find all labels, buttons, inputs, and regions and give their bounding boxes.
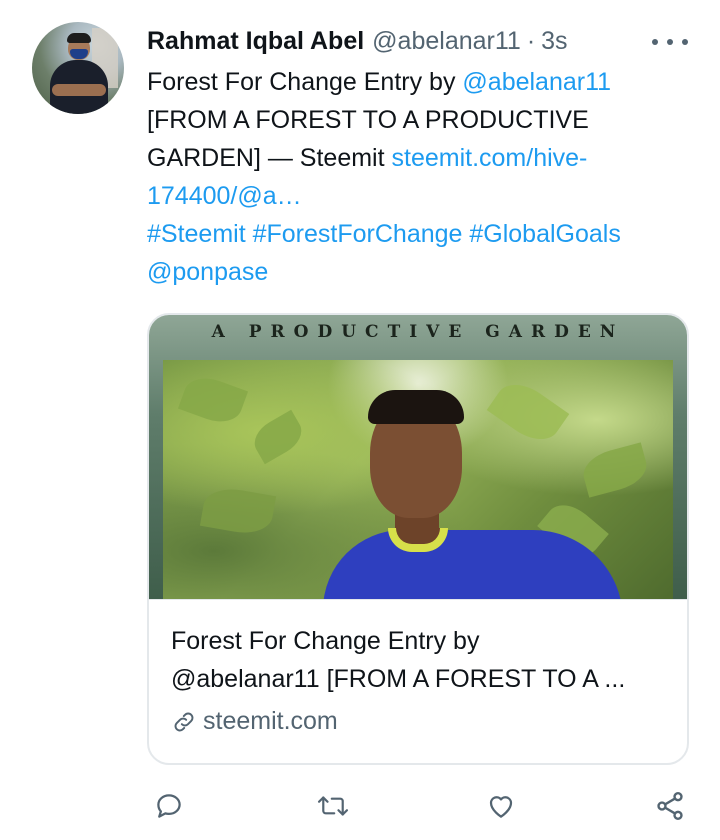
mention-link[interactable]: @ponpase xyxy=(147,253,692,291)
card-title-line: @abelanar11 [FROM A FOREST TO A ... xyxy=(171,665,626,693)
card-title-line: Forest For Change Entry by xyxy=(171,627,480,655)
tweet[interactable]: Rahmat Iqbal Abel @abelanar11 · 3s Fores… xyxy=(0,0,720,840)
author-handle[interactable]: @abelanar11 xyxy=(372,27,521,56)
leaf xyxy=(578,442,652,498)
url-link-continued[interactable]: 174400/@a… xyxy=(147,177,692,215)
url-link[interactable]: steemit.com/hive- xyxy=(392,144,588,172)
card-domain-text: steemit.com xyxy=(203,707,338,735)
avatar[interactable] xyxy=(32,22,124,114)
tweet-text-line: [FROM A FOREST TO A PRODUCTIVE xyxy=(147,106,589,134)
tweet-text-line: Forest For Change Entry by @abelanar11 xyxy=(147,63,692,101)
like-icon[interactable] xyxy=(481,786,521,826)
more-dot xyxy=(667,39,673,45)
more-dot xyxy=(652,39,658,45)
card-title: Forest For Change Entry by @abelanar11 [… xyxy=(171,622,671,698)
mention-link[interactable]: @abelanar11 xyxy=(462,68,611,96)
more-dot xyxy=(682,39,688,45)
avatar-hair xyxy=(67,33,91,43)
tweet-text-line: GARDEN] — Steemit steemit.com/hive- xyxy=(147,139,692,177)
card-body[interactable]: Forest For Change Entry by @abelanar11 [… xyxy=(149,599,687,763)
leaf xyxy=(199,484,277,538)
more-icon[interactable] xyxy=(652,30,688,54)
card-photo xyxy=(163,360,673,599)
link-icon xyxy=(174,712,194,731)
tweet-timestamp[interactable]: 3s xyxy=(541,27,567,56)
tweet-header: Rahmat Iqbal Abel @abelanar11 · 3s xyxy=(147,26,568,56)
leaf xyxy=(247,409,309,465)
hashtag-links[interactable]: #Steemit #ForestForChange #GlobalGoals xyxy=(147,215,692,253)
card-image[interactable]: A PRODUCTIVE GARDEN xyxy=(149,315,687,599)
tweet-text-segment: Forest For Change Entry by xyxy=(147,68,463,96)
link-card[interactable]: A PRODUCTIVE GARDEN Forest For Change En… xyxy=(147,313,689,765)
tweet-actions xyxy=(147,786,692,826)
card-domain: steemit.com xyxy=(171,707,338,736)
tweet-text: Forest For Change Entry by @abelanar11 [… xyxy=(147,63,692,291)
header-separator: · xyxy=(526,26,536,55)
share-icon[interactable] xyxy=(650,786,690,826)
card-image-banner: A PRODUCTIVE GARDEN xyxy=(211,322,625,342)
reply-icon[interactable] xyxy=(149,786,189,826)
retweet-icon[interactable] xyxy=(313,786,353,826)
leaf xyxy=(177,370,249,430)
leaf xyxy=(486,373,570,451)
tweet-text-segment: GARDEN] — Steemit xyxy=(147,144,392,172)
avatar-arms xyxy=(52,84,106,96)
author-name[interactable]: Rahmat Iqbal Abel xyxy=(147,27,364,56)
person-hair xyxy=(368,390,464,424)
